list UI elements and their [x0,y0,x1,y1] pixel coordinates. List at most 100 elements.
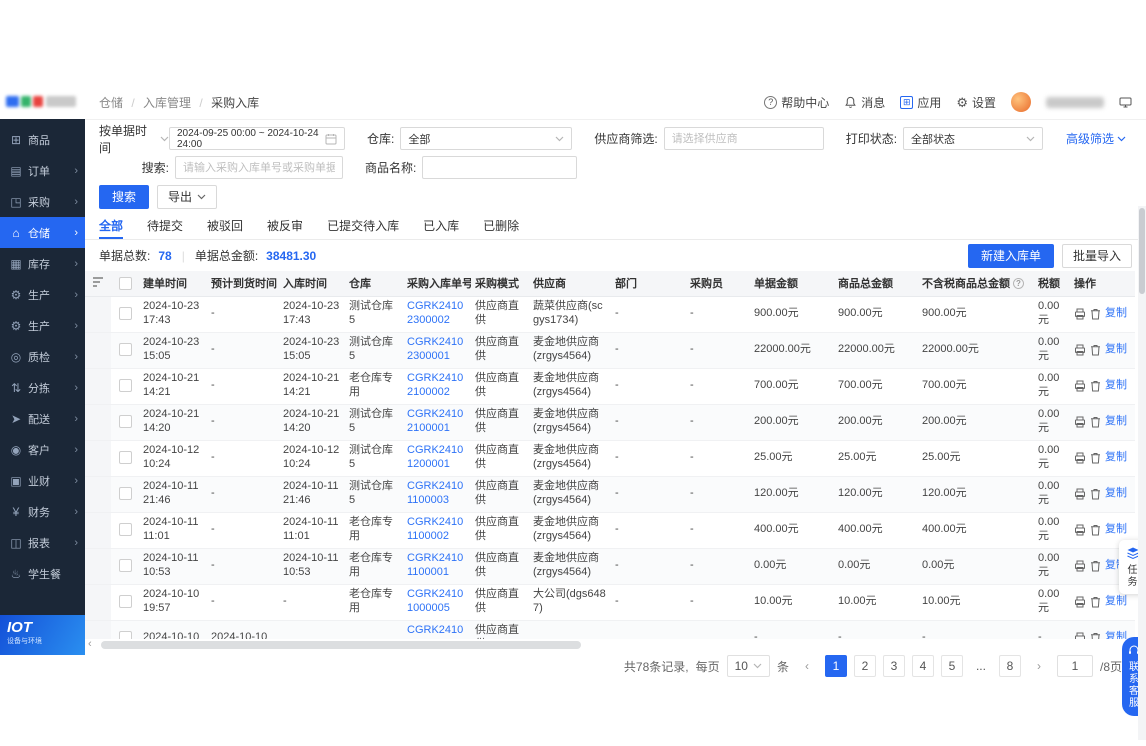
order-number-link[interactable]: CGRK24102100002 [407,372,463,398]
row-checkbox[interactable] [118,630,132,639]
app-logo[interactable] [0,85,85,119]
sidebar-item-delivery-9[interactable]: ➤ 配送 › [0,403,85,434]
sidebar-item-inventory-4[interactable]: ▦ 库存 › [0,248,85,279]
new-inbound-button[interactable]: 新建入库单 [967,243,1054,268]
sidebar-item-quality-7[interactable]: ◎ 质检 › [0,341,85,372]
order-number-link[interactable]: CGRK241010 [407,624,463,639]
monitor-icon[interactable] [1119,97,1132,108]
delete-icon[interactable] [1090,380,1101,392]
iot-panel[interactable]: IOT 设备与环境 [0,615,85,655]
time-type-select[interactable]: 按单据时间 [99,122,169,156]
sidebar-item-report-13[interactable]: ◫ 报表 › [0,527,85,558]
settings-button[interactable]: ⚙ 设置 [956,94,996,111]
warehouse-select[interactable]: 全部 [400,127,573,150]
row-checkbox[interactable] [118,594,132,608]
delete-icon[interactable] [1090,452,1101,464]
tab-1[interactable]: 待提交 [147,216,183,239]
tab-5[interactable]: 已入库 [423,216,459,239]
scroll-left-arrow[interactable]: ‹ [88,638,92,650]
print-icon[interactable] [1074,380,1086,392]
print-icon[interactable] [1074,632,1086,639]
order-number-link[interactable]: CGRK24102300002 [407,300,463,326]
next-page-button[interactable]: › [1027,655,1050,677]
delete-icon[interactable] [1090,596,1101,608]
export-button[interactable]: 导出 [157,184,218,209]
supplier-filter-input[interactable] [663,127,824,150]
avatar[interactable] [1011,92,1031,112]
copy-link[interactable]: 复制 [1105,415,1127,429]
print-icon[interactable] [1074,560,1086,572]
page-button[interactable]: 4 [911,655,934,677]
copy-link[interactable]: 复制 [1105,523,1127,537]
order-number-link[interactable]: CGRK24101100003 [407,480,463,506]
page-button[interactable]: 8 [998,655,1021,677]
order-number-link[interactable]: CGRK24101100002 [407,516,463,542]
delete-icon[interactable] [1090,524,1101,536]
sidebar-item-production-6[interactable]: ⚙ 生产 › [0,310,85,341]
horizontal-scrollbar[interactable]: ‹ › [85,638,1146,651]
print-icon[interactable] [1074,452,1086,464]
sidebar-item-meal-14[interactable]: ♨ 学生餐 [0,558,85,589]
apps-button[interactable]: ⊞ 应用 [900,94,941,111]
prev-page-button[interactable]: ‹ [795,655,818,677]
delete-icon[interactable] [1090,308,1101,320]
column-config-icon[interactable] [85,271,111,297]
per-page-select[interactable]: 10 [726,655,770,677]
date-range-input[interactable]: 2024-09-25 00:00 ~ 2024-10-24 24:00 [169,127,345,150]
vertical-scrollbar[interactable] [1138,206,1146,740]
delete-icon[interactable] [1090,560,1101,572]
print-icon[interactable] [1074,416,1086,428]
order-search-input[interactable] [175,156,343,179]
scrollbar-thumb[interactable] [1139,208,1145,294]
copy-link[interactable]: 复制 [1105,487,1127,501]
sidebar-item-bizfin-11[interactable]: ▣ 业财 › [0,465,85,496]
sidebar-item-grid-0[interactable]: ⊞ 商品 [0,124,85,155]
print-icon[interactable] [1074,596,1086,608]
print-icon[interactable] [1074,344,1086,356]
tab-6[interactable]: 已删除 [483,216,519,239]
messages-button[interactable]: 消息 [844,94,885,111]
tab-4[interactable]: 已提交待入库 [327,216,399,239]
breadcrumb-item[interactable]: 仓储 [99,96,123,110]
batch-import-button[interactable]: 批量导入 [1061,243,1132,268]
scrollbar-thumb[interactable] [101,641,581,649]
print-icon[interactable] [1074,308,1086,320]
product-name-input[interactable] [422,156,578,179]
order-number-link[interactable]: CGRK24101100001 [407,552,463,578]
delete-icon[interactable] [1090,632,1101,639]
print-icon[interactable] [1074,524,1086,536]
sidebar-item-sorting-8[interactable]: ⇅ 分拣 › [0,372,85,403]
delete-icon[interactable] [1090,488,1101,500]
delete-icon[interactable] [1090,344,1101,356]
page-button[interactable]: 5 [940,655,963,677]
row-checkbox[interactable] [118,522,132,536]
sidebar-item-finance-12[interactable]: ¥ 财务 › [0,496,85,527]
print-icon[interactable] [1074,488,1086,500]
copy-link[interactable]: 复制 [1105,595,1127,609]
tab-0[interactable]: 全部 [99,216,124,239]
order-number-link[interactable]: CGRK24102300001 [407,336,463,362]
copy-link[interactable]: 复制 [1105,379,1127,393]
search-button[interactable]: 搜索 [99,184,150,209]
tab-3[interactable]: 被反审 [267,216,303,239]
copy-link[interactable]: 复制 [1105,631,1127,639]
select-all-checkbox[interactable] [118,276,132,290]
row-checkbox[interactable] [118,558,132,572]
page-button[interactable]: 1 [824,655,847,677]
page-jump-input[interactable] [1056,655,1093,677]
order-number-link[interactable]: CGRK24102100001 [407,408,463,434]
sidebar-item-customer-10[interactable]: ◉ 客户 › [0,434,85,465]
row-checkbox[interactable] [118,450,132,464]
row-checkbox[interactable] [118,414,132,428]
order-number-link[interactable]: CGRK24101200001 [407,444,463,470]
row-checkbox[interactable] [118,378,132,392]
sidebar-item-order-1[interactable]: ▤ 订单 › [0,155,85,186]
row-checkbox[interactable] [118,306,132,320]
breadcrumb-item[interactable]: 入库管理 [143,96,191,110]
page-button[interactable]: 2 [853,655,876,677]
help-center-button[interactable]: ? 帮助中心 [764,94,829,111]
sidebar-item-warehouse-3[interactable]: ⌂ 仓储 › [0,217,85,248]
order-number-link[interactable]: CGRK24101000005 [407,588,463,614]
copy-link[interactable]: 复制 [1105,343,1127,357]
copy-link[interactable]: 复制 [1105,307,1127,321]
